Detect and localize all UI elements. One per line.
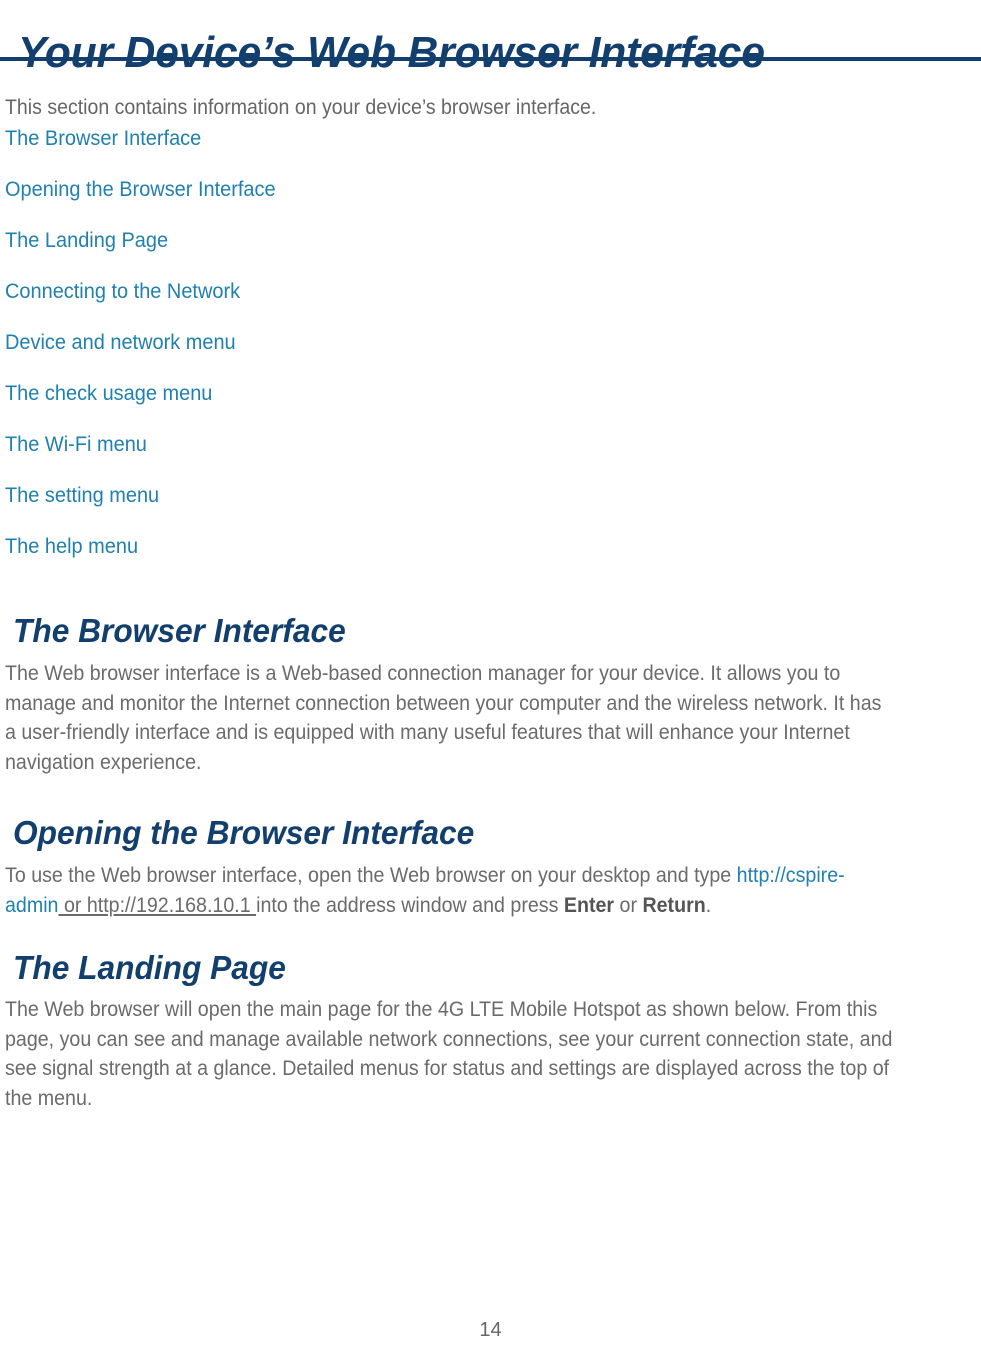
toc-link-the-wi-fi-menu[interactable]: The Wi-Fi menu: [5, 432, 670, 483]
section-heading-opening-the-browser-interface: Opening the Browser Interface: [13, 814, 475, 852]
intro-paragraph: This section contains information on you…: [5, 96, 597, 119]
instruction-conjunction: or: [614, 893, 643, 917]
section-body-the-landing-page: The Web browser will open the main page …: [5, 998, 893, 1110]
toc-link-the-browser-interface[interactable]: The Browser Interface: [5, 126, 670, 177]
instruction-middle-text: into the address window and press: [256, 893, 564, 917]
toc-link-connecting-to-the-network[interactable]: Connecting to the Network: [5, 279, 670, 330]
section-body-opening-the-browser-interface: To use the Web browser interface, open t…: [5, 861, 895, 920]
toc-link-the-setting-menu[interactable]: The setting menu: [5, 483, 670, 534]
section-body-the-browser-interface: The Web browser interface is a Web-based…: [5, 662, 882, 774]
toc-link-the-help-menu[interactable]: The help menu: [5, 534, 670, 585]
toc-link-the-landing-page[interactable]: The Landing Page: [5, 228, 670, 279]
toc-link-the-check-usage-menu[interactable]: The check usage menu: [5, 381, 670, 432]
table-of-contents: The Browser Interface Opening the Browse…: [5, 126, 705, 585]
key-label-enter: Enter: [563, 893, 615, 917]
section-heading-the-browser-interface: The Browser Interface: [13, 612, 346, 650]
instruction-lead-text: To use the Web browser interface, open t…: [5, 864, 737, 887]
toc-link-device-and-network-menu[interactable]: Device and network menu: [5, 330, 670, 381]
key-label-return: Return: [642, 893, 706, 917]
title-divider: [0, 57, 981, 61]
toc-link-opening-the-browser-interface[interactable]: Opening the Browser Interface: [5, 177, 670, 228]
page-title: Your Device’s Web Browser Interface: [18, 28, 765, 78]
page-number: 14: [479, 1319, 502, 1341]
section-heading-the-landing-page: The Landing Page: [13, 949, 286, 987]
document-page: Your Device’s Web Browser Interface This…: [0, 0, 981, 1354]
link-ip-address-url[interactable]: or http://192.168.10.1: [58, 894, 256, 917]
instruction-tail-text: .: [705, 893, 712, 917]
